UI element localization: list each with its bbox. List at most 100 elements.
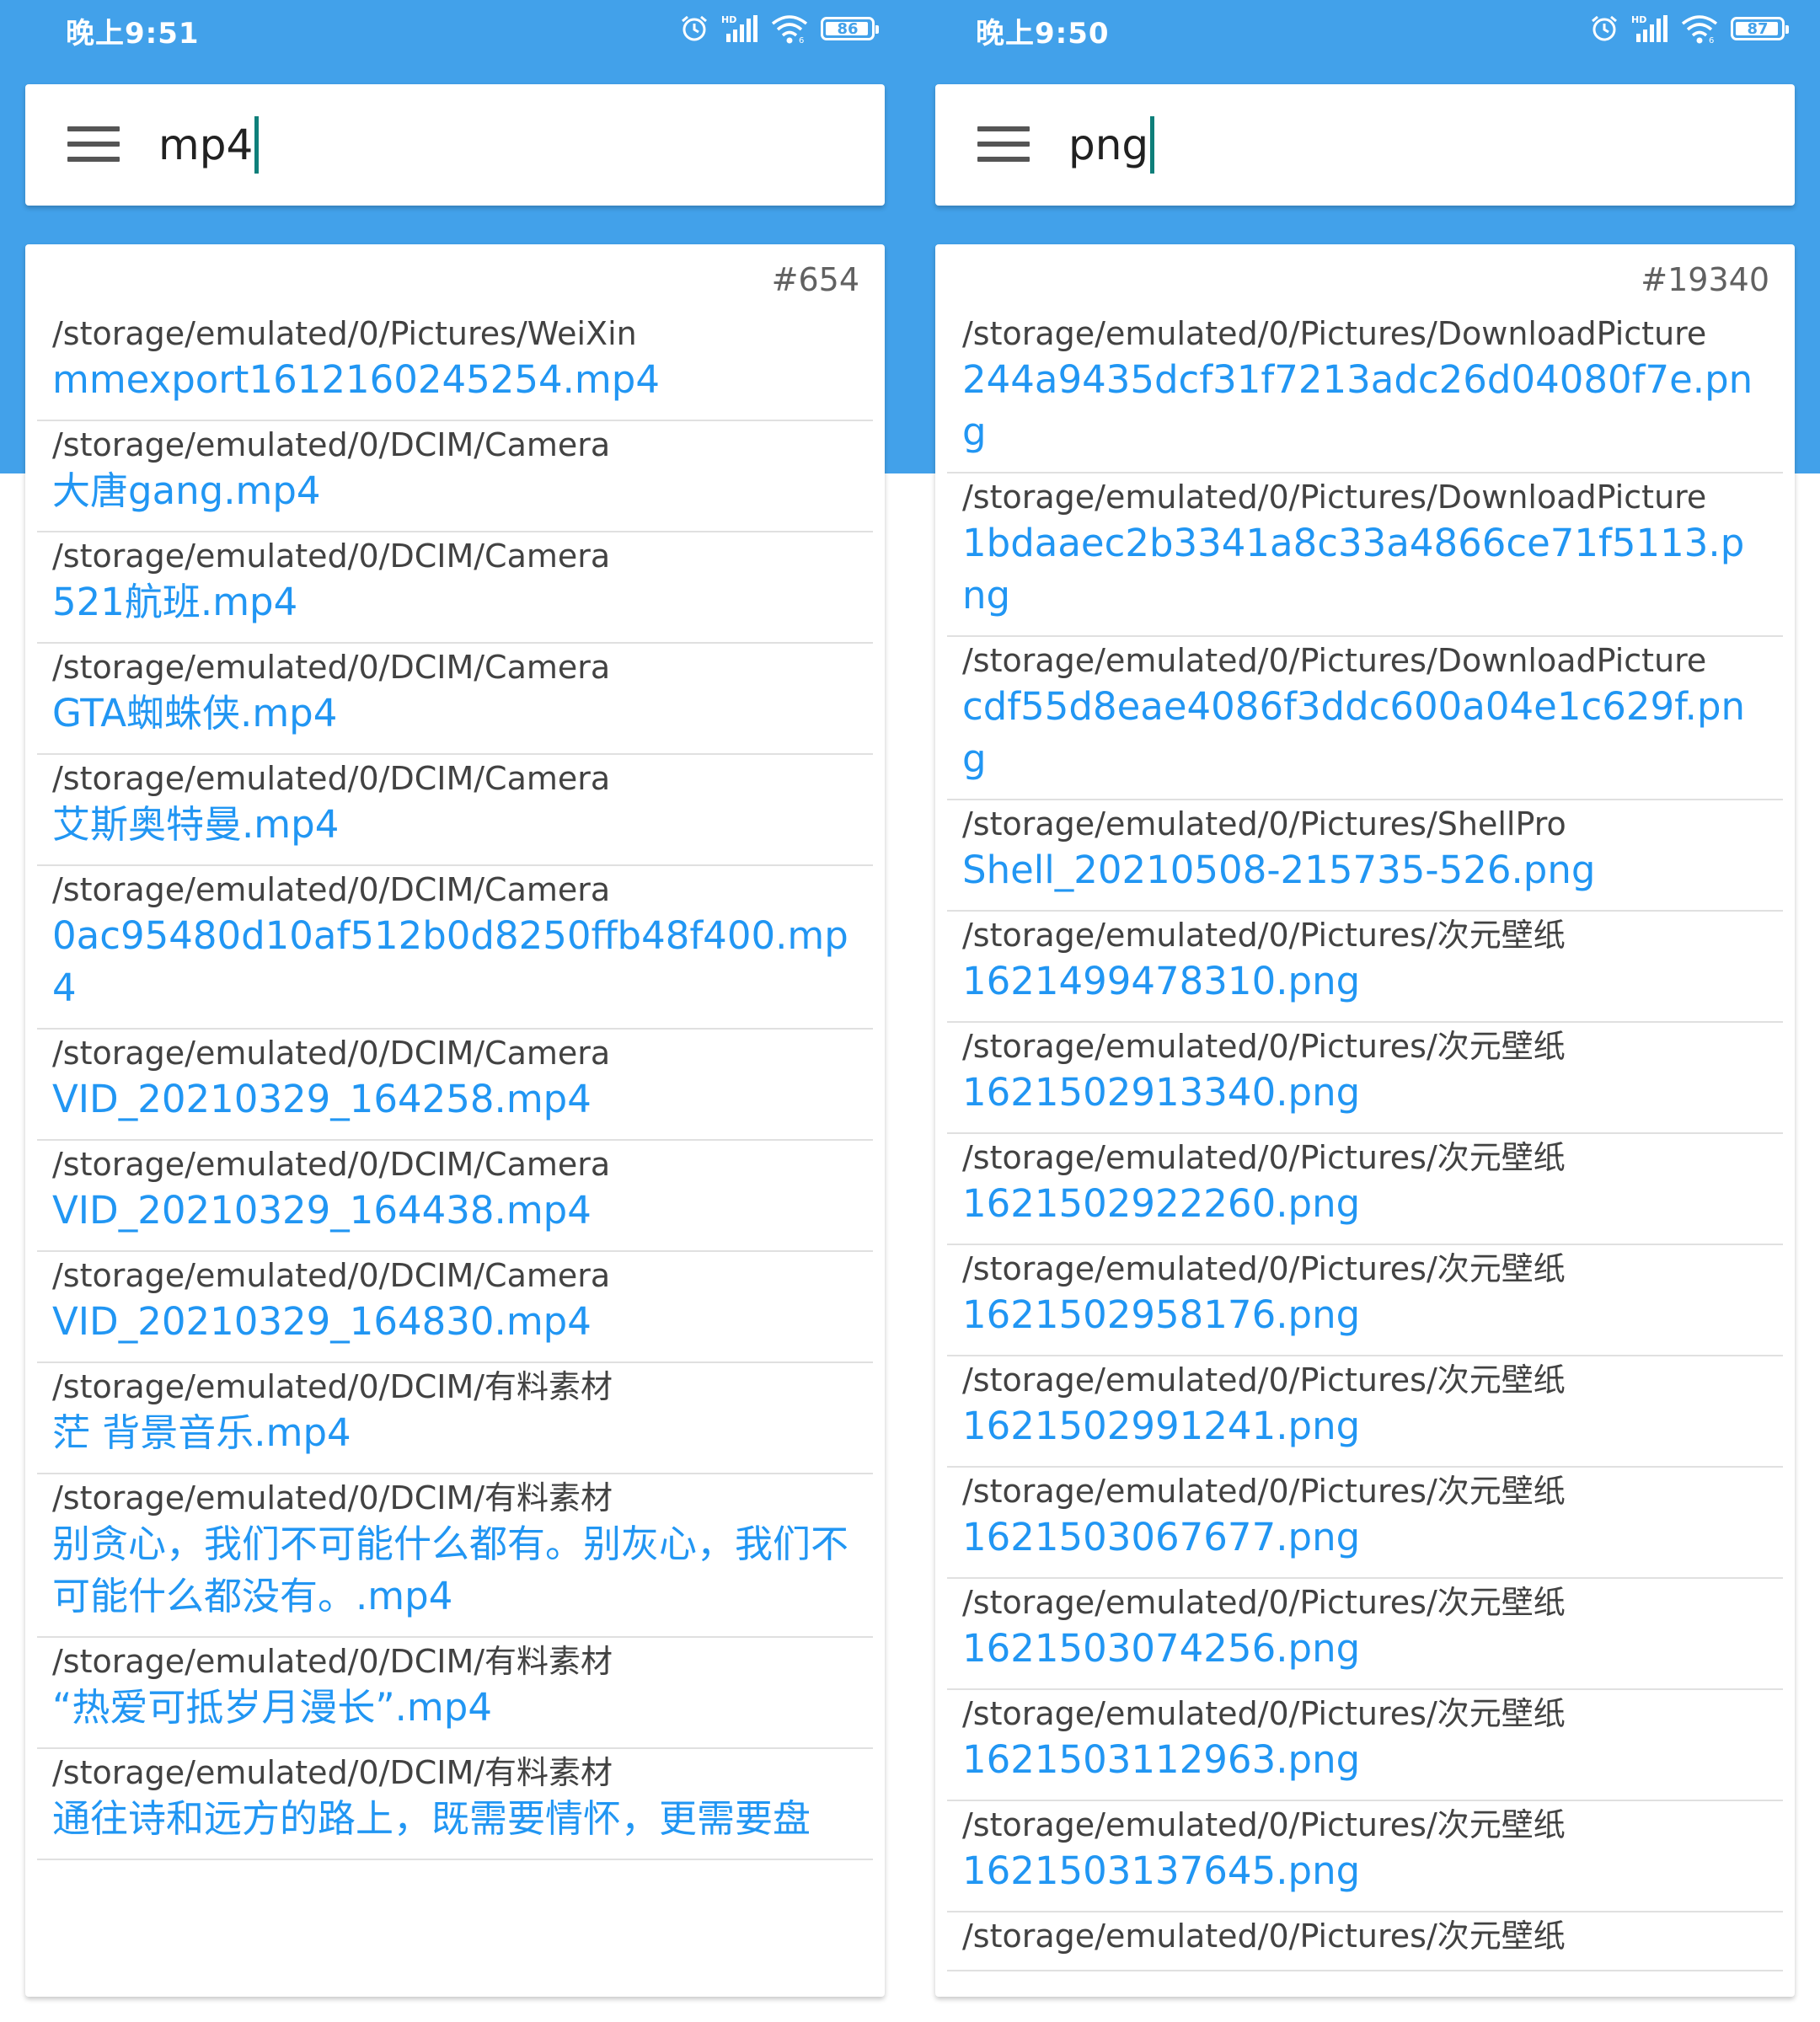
result-path: /storage/emulated/0/DCIM/Camera xyxy=(52,1035,611,1072)
result-item[interactable]: /storage/emulated/0/DCIM/Camera 大唐gang.mp… xyxy=(37,421,873,532)
text-caret xyxy=(1150,116,1155,174)
result-filename: 1621502958176.png xyxy=(962,1292,1361,1337)
result-filename: VID_20210329_164438.mp4 xyxy=(52,1188,592,1233)
result-item[interactable]: /storage/emulated/0/DCIM/Camera VID_20210… xyxy=(37,1030,873,1141)
result-filename: Shell_20210508-215735-526.png xyxy=(962,848,1596,892)
result-filename: 1621503137645.png xyxy=(962,1848,1361,1893)
status-time: 晚上9:51 xyxy=(66,17,200,51)
result-path: /storage/emulated/0/DCIM/Camera xyxy=(52,1257,611,1294)
text-caret xyxy=(254,116,260,174)
search-bar: mp4 xyxy=(25,84,885,206)
result-filename: VID_20210329_164830.mp4 xyxy=(52,1299,592,1344)
result-item[interactable]: /storage/emulated/0/DCIM/Camera VID_20210… xyxy=(37,1252,873,1363)
result-item[interactable]: /storage/emulated/0/Pictures/次元壁纸 1621503… xyxy=(947,1801,1783,1912)
result-path: /storage/emulated/0/Pictures/WeiXin xyxy=(52,315,637,352)
result-path: /storage/emulated/0/Pictures/次元壁纸 xyxy=(962,1361,1566,1399)
results-card: #19340 /storage/emulated/0/Pictures/Down… xyxy=(935,244,1795,1997)
result-filename: 244a9435dcf31f7213adc26d04080f7e.png xyxy=(962,357,1753,454)
result-item[interactable]: /storage/emulated/0/Pictures/次元壁纸 1621503… xyxy=(947,1468,1783,1579)
result-filename: 大唐gang.mp4 xyxy=(52,468,321,513)
menu-icon[interactable] xyxy=(977,126,1030,162)
result-item[interactable]: /storage/emulated/0/DCIM/Camera GTA蜘蛛侠.mp… xyxy=(37,644,873,755)
result-path: /storage/emulated/0/DCIM/Camera xyxy=(52,1146,611,1183)
result-path: /storage/emulated/0/Pictures/次元壁纸 xyxy=(962,917,1566,954)
results-list[interactable]: /storage/emulated/0/Pictures/DownloadPic… xyxy=(947,310,1783,1971)
menu-icon[interactable] xyxy=(67,126,120,162)
result-path: /storage/emulated/0/Pictures/次元壁纸 xyxy=(962,1806,1566,1843)
status-bar: 晚上9:51 HD 6 86 xyxy=(0,0,910,56)
result-item[interactable]: /storage/emulated/0/DCIM/有料素材别贪心，我们不可能什么… xyxy=(37,1474,873,1638)
result-path: /storage/emulated/0/Pictures/次元壁纸 xyxy=(962,1250,1566,1287)
result-path: /storage/emulated/0/Pictures/次元壁纸 xyxy=(962,1028,1566,1065)
result-item[interactable]: /storage/emulated/0/DCIM/Camera VID_20210… xyxy=(37,1141,873,1252)
search-input[interactable]: mp4 xyxy=(158,115,260,175)
status-icons: HD 6 87 xyxy=(1589,12,1789,45)
result-filename: 1621502991241.png xyxy=(962,1404,1361,1448)
status-time: 晚上9:50 xyxy=(976,17,1110,51)
status-icons: HD 6 86 xyxy=(679,12,879,45)
result-count: #19340 xyxy=(1641,261,1769,298)
phone-screen-left: 晚上9:51 HD 6 86 mp4 #654 /storage/emulate… xyxy=(0,0,910,2022)
battery-icon: 87 xyxy=(1731,17,1789,40)
result-item[interactable]: /storage/emulated/0/Pictures/次元壁纸 1621502… xyxy=(947,1356,1783,1468)
result-path: /storage/emulated/0/DCIM/有料素材 xyxy=(52,1754,613,1791)
result-filename: 521航班.mp4 xyxy=(52,580,298,624)
result-filename: mmexport1612160245254.mp4 xyxy=(52,357,660,402)
result-item[interactable]: /storage/emulated/0/Pictures/DownloadPic… xyxy=(947,637,1783,800)
phone-screen-right: 晚上9:50 HD 6 87 png #19340 /storage/emula… xyxy=(910,0,1820,2022)
result-filename: 0ac95480d10af512b0d8250ffb48f400.mp4 xyxy=(52,913,848,1010)
result-item[interactable]: /storage/emulated/0/DCIM/有料素材通往诗和远方的路上，既… xyxy=(37,1749,873,1860)
svg-text:6: 6 xyxy=(799,36,804,44)
result-item[interactable]: /storage/emulated/0/Pictures/次元壁纸 1621499… xyxy=(947,912,1783,1023)
result-path: /storage/emulated/0/Pictures/DownloadPic… xyxy=(962,315,1707,352)
result-filename: cdf55d8eae4086f3ddc600a04e1c629f.png xyxy=(962,684,1746,781)
battery-level: 87 xyxy=(1747,19,1769,38)
battery-level: 86 xyxy=(837,19,859,38)
wifi-icon: 6 xyxy=(1680,13,1719,44)
result-item[interactable]: /storage/emulated/0/DCIM/Camera 0ac95480d… xyxy=(37,866,873,1030)
hd-signal-icon: HD xyxy=(721,13,758,44)
search-bar: png xyxy=(935,84,1795,206)
result-filename: 1bdaaec2b3341a8c33a4866ce71f5113.png xyxy=(962,521,1745,618)
result-item[interactable]: /storage/emulated/0/Pictures/DownloadPic… xyxy=(947,310,1783,473)
status-bar: 晚上9:50 HD 6 87 xyxy=(910,0,1820,56)
result-filename: 1621499478310.png xyxy=(962,959,1361,1003)
result-filename: 别贪心，我们不可能什么都有。别灰心，我们不可能什么都没有。.mp4 xyxy=(52,1522,849,1618)
result-item[interactable]: /storage/emulated/0/Pictures/ShellPro She… xyxy=(947,800,1783,912)
result-item[interactable]: /storage/emulated/0/Pictures/次元壁纸 1621503… xyxy=(947,1579,1783,1690)
result-path: /storage/emulated/0/DCIM/Camera xyxy=(52,649,611,686)
result-item[interactable]: /storage/emulated/0/Pictures/次元壁纸 1621502… xyxy=(947,1023,1783,1134)
result-filename: 1621503074256.png xyxy=(962,1626,1361,1671)
result-path: /storage/emulated/0/Pictures/ShellPro xyxy=(962,805,1566,842)
search-input[interactable]: png xyxy=(1068,115,1155,175)
alarm-icon xyxy=(679,13,709,44)
result-filename: 茫 背景音乐.mp4 xyxy=(52,1410,351,1455)
alarm-icon xyxy=(1589,13,1619,44)
result-filename: 1621502913340.png xyxy=(962,1070,1361,1115)
result-item[interactable]: /storage/emulated/0/Pictures/次元壁纸 1621502… xyxy=(947,1134,1783,1245)
result-path: /storage/emulated/0/DCIM/Camera xyxy=(52,538,611,575)
result-filename: 1621502922260.png xyxy=(962,1181,1361,1226)
result-path: /storage/emulated/0/DCIM/有料素材 xyxy=(52,1643,613,1680)
result-filename: VID_20210329_164258.mp4 xyxy=(52,1077,592,1121)
result-item[interactable]: /storage/emulated/0/Pictures/DownloadPic… xyxy=(947,473,1783,637)
battery-icon: 86 xyxy=(821,17,879,40)
svg-text:HD: HD xyxy=(721,14,736,25)
result-item[interactable]: /storage/emulated/0/Pictures/次元壁纸 xyxy=(947,1912,1783,1971)
results-list[interactable]: /storage/emulated/0/Pictures/WeiXin mmexp… xyxy=(37,310,873,1860)
result-path: /storage/emulated/0/DCIM/有料素材 xyxy=(52,1479,613,1516)
result-item[interactable]: /storage/emulated/0/Pictures/次元壁纸 1621502… xyxy=(947,1245,1783,1356)
result-item[interactable]: /storage/emulated/0/Pictures/次元壁纸 1621503… xyxy=(947,1690,1783,1801)
result-filename: 通往诗和远方的路上，既需要情怀，更需要盘 xyxy=(52,1796,811,1841)
hd-signal-icon: HD xyxy=(1631,13,1668,44)
result-path: /storage/emulated/0/DCIM/Camera xyxy=(52,871,611,908)
result-item[interactable]: /storage/emulated/0/DCIM/Camera 521航班.mp4 xyxy=(37,532,873,644)
result-item[interactable]: /storage/emulated/0/Pictures/WeiXin mmexp… xyxy=(37,310,873,421)
search-query: mp4 xyxy=(158,120,254,169)
result-item[interactable]: /storage/emulated/0/DCIM/有料素材 “热爱可抵岁月漫长”.… xyxy=(37,1638,873,1749)
result-item[interactable]: /storage/emulated/0/DCIM/有料素材茫 背景音乐.mp4 xyxy=(37,1363,873,1474)
result-path: /storage/emulated/0/DCIM/Camera xyxy=(52,760,611,797)
svg-text:HD: HD xyxy=(1631,14,1646,25)
result-count: #654 xyxy=(771,261,859,298)
result-item[interactable]: /storage/emulated/0/DCIM/Camera 艾斯奥特曼.mp4 xyxy=(37,755,873,866)
